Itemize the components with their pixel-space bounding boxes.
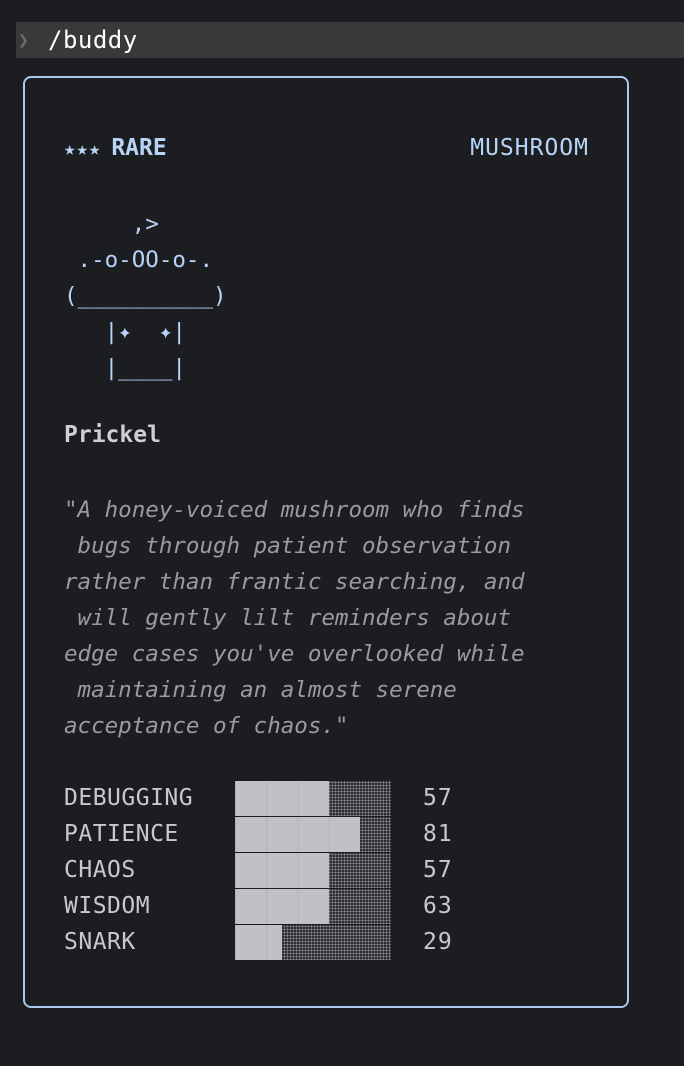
stat-label: CHAOS [64, 857, 136, 883]
species-label: MUSHROOM [470, 135, 589, 161]
rarity-header: ★★★ RARE [64, 135, 167, 161]
stat-bar [235, 852, 391, 888]
stat-bar-fill [235, 852, 329, 888]
stat-value: 81 [423, 821, 453, 847]
command-text: /buddy [48, 26, 138, 54]
stat-value: 63 [423, 893, 453, 919]
stat-label: DEBUGGING [64, 785, 194, 811]
stat-row: WISDOM 63 [64, 888, 453, 924]
stat-value: 57 [423, 857, 453, 883]
ascii-art-mushroom: ,> .-o-OO-o-. (__________) |✦ ✦| |____| [64, 211, 227, 381]
buddy-card: ★★★ RARE MUSHROOM ,> .-o-OO-o-. (________… [23, 76, 629, 1008]
stat-bar [235, 924, 391, 960]
rarity-label: RARE [111, 135, 167, 161]
rarity-stars-icon: ★★★ [64, 138, 102, 160]
stat-label: PATIENCE [64, 821, 179, 847]
stat-bar [235, 780, 391, 816]
stat-row: PATIENCE 81 [64, 816, 453, 852]
stat-bar-fill [235, 780, 329, 816]
stat-bar-fill [235, 888, 329, 924]
stat-bar-fill [235, 816, 360, 852]
buddy-description: "A honey-voiced mushroom who finds bugs … [64, 497, 525, 739]
stat-bar [235, 816, 391, 852]
stat-row: CHAOS 57 [64, 852, 453, 888]
stat-label: SNARK [64, 929, 136, 955]
prompt-chevron-icon: ❯ [18, 29, 29, 51]
stat-row: DEBUGGING 57 [64, 780, 453, 816]
command-line[interactable]: ❯ /buddy [16, 22, 684, 58]
stat-value: 57 [423, 785, 453, 811]
buddy-name: Prickel [64, 422, 161, 448]
stat-bar-fill [235, 924, 282, 960]
stat-row: SNARK 29 [64, 924, 453, 960]
stat-bar [235, 888, 391, 924]
stats-list: DEBUGGING 57 PATIENCE 81 CHAOS 57 WISDOM… [64, 780, 453, 960]
stat-label: WISDOM [64, 893, 151, 919]
stat-value: 29 [423, 929, 453, 955]
